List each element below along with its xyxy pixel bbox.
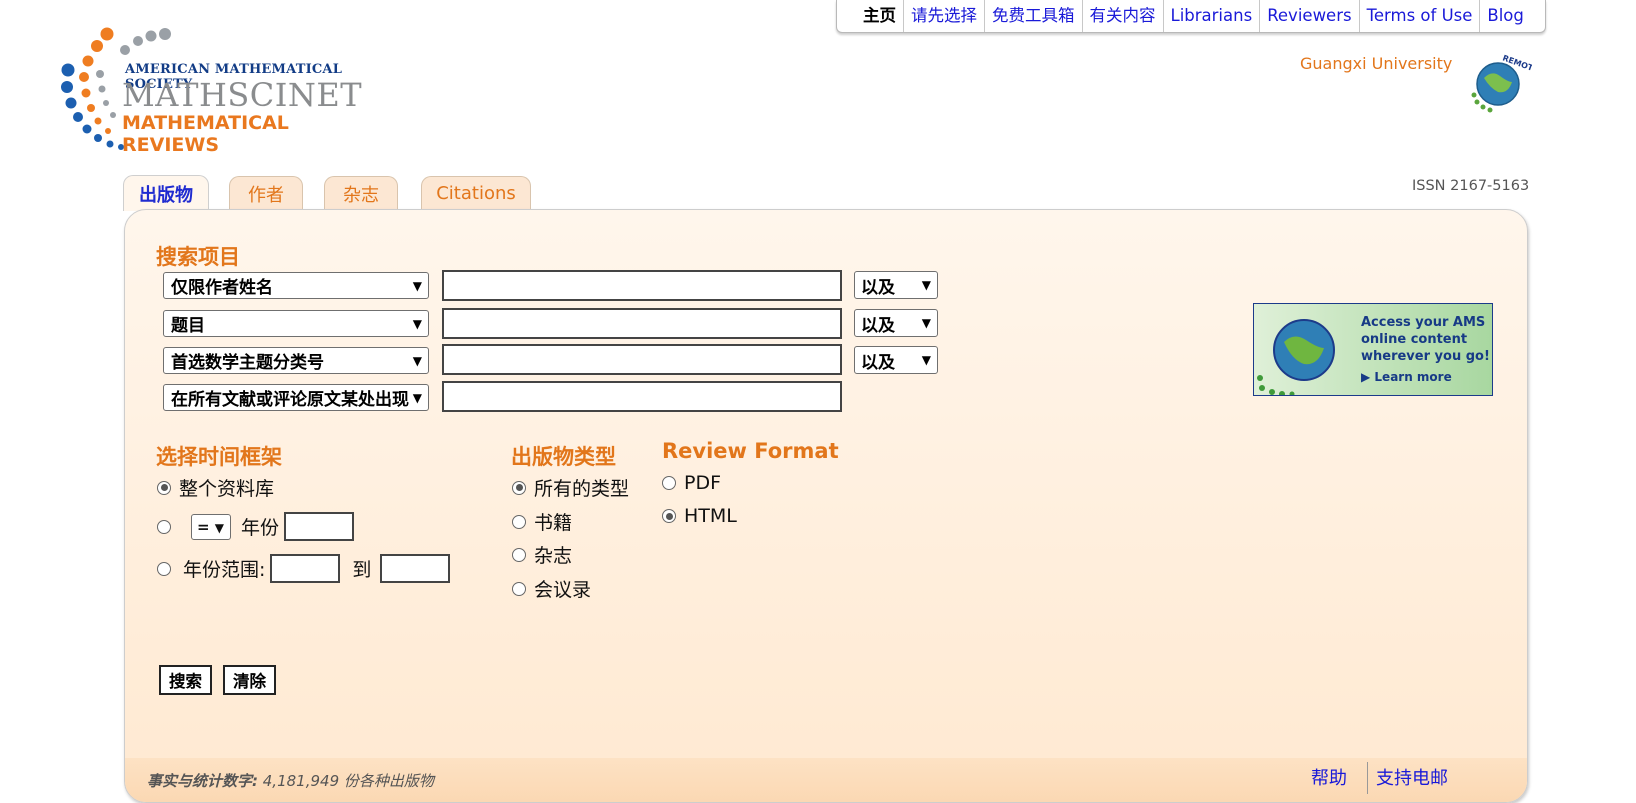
support-email-link[interactable]: 支持电邮 [1376,764,1448,790]
timeframe-year-option[interactable]: = ▼ 年份 [157,512,355,541]
radio-format-pdf[interactable] [662,476,676,490]
mathscinet-logo[interactable]: AMERICAN MATHEMATICAL SOCIETY MATHSCINET… [58,24,378,160]
search-input-3[interactable] [442,344,842,375]
issn-label: ISSN 2167-5163 [1412,178,1530,194]
review-format-heading: Review Format [662,439,839,463]
nav-about[interactable]: 有关内容 [1081,0,1163,32]
chevron-down-icon: ▼ [412,354,422,368]
play-icon: ▶ [1361,370,1375,384]
field-select-2[interactable]: 题目 ▼ [163,310,429,337]
facts-stats: 事实与统计数字: 4,181,949 份各种出版物 [147,772,434,790]
chevron-down-icon: ▼ [921,353,931,367]
radio-pubtype-journals[interactable] [512,547,526,562]
nav-blog[interactable]: Blog [1479,0,1530,32]
ad-learn-more[interactable]: ▶ Learn more [1361,370,1452,384]
tab-journals[interactable]: 杂志 [324,176,398,210]
pubtype-option-all[interactable]: 所有的类型 [512,474,629,501]
clear-button[interactable]: 清除 [223,665,276,695]
nav-home[interactable]: 主页 [863,0,903,32]
radio-timeframe-all[interactable] [157,480,171,495]
tab-authors[interactable]: 作者 [229,176,303,210]
tab-publications[interactable]: 出版物 [123,175,209,211]
pubtype-option-journals[interactable]: 杂志 [512,541,572,568]
year-range-to-input[interactable] [380,554,451,583]
top-nav: 主页 请先选择 免费工具箱 有关内容 Librarians Reviewers … [836,0,1546,33]
search-button[interactable]: 搜索 [159,665,212,695]
field-select-4[interactable]: 在所有文献或评论原文某处出现 ▼ [163,384,429,411]
nav-terms[interactable]: Terms of Use [1358,0,1480,32]
chevron-down-icon: ▼ [412,391,422,405]
remote-access-ad[interactable]: Access your AMS online content wherever … [1253,303,1493,396]
remote-access-globe-icon[interactable]: REMOTE ACCESS [1468,48,1532,116]
nav-free-tools[interactable]: 免费工具箱 [984,0,1082,32]
operator-select-3[interactable]: 以及 ▼ [854,346,938,374]
year-operator-select[interactable]: = ▼ [191,513,231,540]
institution-name: Guangxi University [1300,54,1453,73]
review-format-pdf[interactable]: PDF [662,472,721,494]
field-select-3[interactable]: 首选数学主题分类号 ▼ [163,347,429,374]
review-format-html[interactable]: HTML [662,505,737,527]
search-input-2[interactable] [442,308,842,339]
radio-pubtype-proceedings[interactable] [512,581,526,596]
nav-select-first[interactable]: 请先选择 [903,0,984,32]
logo-product-text: MATHSCINET [122,76,363,114]
chevron-down-icon: ▼ [412,317,422,331]
year-input[interactable] [284,512,355,541]
ad-text: Access your AMS online content wherever … [1361,315,1490,364]
chevron-down-icon: ▼ [921,316,931,330]
chevron-down-icon: ▼ [412,279,422,293]
chevron-down-icon: ▼ [921,278,931,292]
tab-citations[interactable]: Citations [421,176,531,210]
globe-icon [1257,319,1335,395]
footer-divider [1367,762,1368,794]
nav-librarians[interactable]: Librarians [1162,0,1260,32]
help-link[interactable]: 帮助 [1311,764,1347,790]
field-select-1[interactable]: 仅限作者姓名 ▼ [163,272,429,299]
timeframe-range-option[interactable]: 年份范围: 到 [157,554,451,583]
radio-timeframe-year[interactable] [157,519,171,534]
radio-timeframe-range[interactable] [157,561,171,576]
year-range-from-input[interactable] [270,554,341,583]
search-panel: 搜索项目 仅限作者姓名 ▼ 以及 ▼ 题目 ▼ 以及 ▼ 首选数学主题分类号 ▼ 以及 ▼ … [124,209,1528,803]
chevron-down-icon: ▼ [214,520,224,535]
pubtype-option-proceedings[interactable]: 会议录 [512,575,591,602]
nav-reviewers[interactable]: Reviewers [1259,0,1358,32]
pubtype-option-books[interactable]: 书籍 [512,508,572,535]
search-terms-heading: 搜索项目 [156,245,240,269]
operator-select-1[interactable]: 以及 ▼ [854,271,938,299]
panel-footer: 事实与统计数字: 4,181,949 份各种出版物 帮助 支持电邮 [125,758,1527,802]
search-input-1[interactable] [442,270,842,301]
radio-format-html[interactable] [662,509,676,523]
pubtype-heading: 出版物类型 [511,445,616,469]
timeframe-heading: 选择时间框架 [156,445,282,469]
radio-pubtype-books[interactable] [512,514,526,529]
logo-subtitle-text: MATHEMATICAL REVIEWS [122,112,289,156]
radio-pubtype-all[interactable] [512,480,526,495]
operator-select-2[interactable]: 以及 ▼ [854,309,938,337]
timeframe-all-option[interactable]: 整个资料库 [157,474,274,501]
search-input-4[interactable] [442,381,842,412]
